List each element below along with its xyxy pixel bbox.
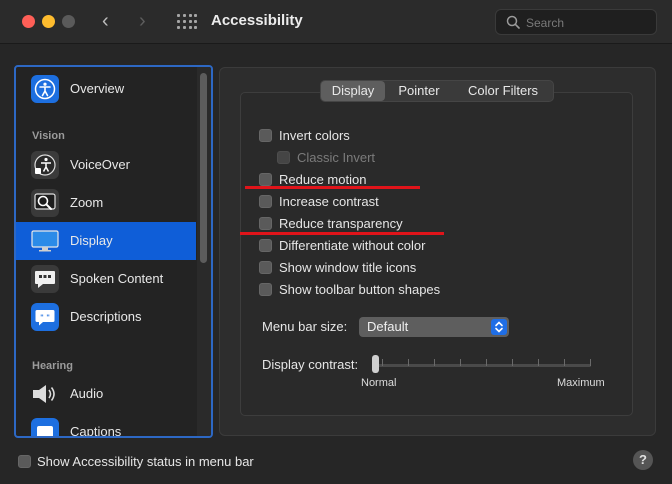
- sidebar-item-label: Captions: [70, 424, 122, 438]
- menu-bar-size-popup[interactable]: Default: [359, 317, 509, 337]
- tab-display[interactable]: Display: [321, 81, 385, 101]
- sidebar-scrollbar[interactable]: [200, 73, 207, 263]
- option-label: Show toolbar button shapes: [279, 282, 441, 297]
- option-label: Show window title icons: [279, 260, 417, 275]
- display-icon: [31, 227, 59, 255]
- slider-tick: [512, 359, 513, 366]
- close-window-button[interactable]: [22, 15, 35, 28]
- sidebar-item-label: Zoom: [70, 195, 104, 210]
- audio-icon: [31, 380, 59, 408]
- zoom-window-button[interactable]: [62, 15, 75, 28]
- search-icon: [506, 15, 520, 29]
- help-button[interactable]: ?: [633, 450, 653, 470]
- show-all-grid-icon[interactable]: [177, 14, 197, 30]
- sidebar-item-voiceover[interactable]: VoiceOver: [16, 146, 196, 184]
- sidebar-item-label: Display: [70, 233, 113, 248]
- option-label: Increase contrast: [279, 194, 379, 209]
- slider-max-label: Maximum: [557, 377, 605, 389]
- menu-bar-size-value: Default: [367, 319, 409, 334]
- sidebar-item-overview[interactable]: Overview: [16, 70, 196, 108]
- annotation-underline: [245, 186, 420, 189]
- back-button[interactable]: ‹: [102, 10, 109, 32]
- spoken-content-icon: [31, 265, 59, 293]
- sidebar-item-label: VoiceOver: [70, 157, 130, 172]
- option-label: Show Accessibility status in menu bar: [37, 454, 254, 469]
- slider-tick: [590, 359, 591, 366]
- captions-icon: [31, 418, 59, 436]
- tab-color-filters[interactable]: Color Filters: [453, 81, 553, 101]
- checkbox[interactable]: [18, 455, 31, 468]
- sidebar-item-audio[interactable]: Audio: [16, 375, 196, 413]
- checkbox[interactable]: [277, 151, 290, 164]
- option-label: Classic Invert: [297, 150, 376, 165]
- display-contrast-label: Display contrast:: [262, 357, 359, 372]
- section-vision: Vision: [32, 130, 65, 142]
- search-input[interactable]: [526, 14, 646, 32]
- preferences-window: ‹ › Accessibility Search Overview Vision…: [0, 0, 672, 484]
- option-label: Reduce motion: [279, 172, 367, 187]
- sidebar-item-zoom[interactable]: Zoom: [16, 184, 196, 222]
- slider-tick: [408, 359, 409, 366]
- menu-bar-size-label: Menu bar size:: [262, 319, 348, 334]
- slider-tick: [434, 359, 435, 366]
- title-bar: ‹ › Accessibility: [0, 0, 672, 44]
- svg-text:" ": " ": [40, 314, 50, 322]
- checkbox[interactable]: [259, 217, 272, 230]
- checkbox[interactable]: [259, 173, 272, 186]
- sidebar-item-captions[interactable]: Captions: [16, 413, 196, 438]
- slider-tick: [382, 359, 383, 366]
- display-contrast-slider-knob[interactable]: [372, 355, 379, 373]
- annotation-underline: [240, 232, 444, 235]
- descriptions-icon: " ": [31, 303, 59, 331]
- forward-button[interactable]: ›: [139, 10, 146, 32]
- sidebar-item-display[interactable]: Display: [16, 222, 196, 260]
- checkbox[interactable]: [259, 239, 272, 252]
- slider-tick: [564, 359, 565, 366]
- sidebar-item-label: Spoken Content: [70, 271, 164, 286]
- sidebar-item-descriptions[interactable]: " " Descriptions: [16, 298, 196, 336]
- checkbox[interactable]: [259, 261, 272, 274]
- popup-arrows-icon: [491, 319, 507, 335]
- slider-tick: [486, 359, 487, 366]
- sidebar-item-label: Overview: [70, 81, 125, 96]
- voiceover-icon: [31, 151, 59, 179]
- tab-pointer[interactable]: Pointer: [385, 81, 453, 101]
- overview-icon: [31, 75, 59, 103]
- checkbox[interactable]: [259, 283, 272, 296]
- option-label: Reduce transparency: [279, 216, 403, 231]
- option-label: Differentiate without color: [279, 238, 426, 253]
- sidebar-item-spoken-content[interactable]: Spoken Content: [16, 260, 196, 298]
- slider-tick: [460, 359, 461, 366]
- zoom-icon: [31, 189, 59, 217]
- checkbox[interactable]: [259, 195, 272, 208]
- sidebar-item-label: Descriptions: [70, 309, 142, 324]
- section-hearing: Hearing: [32, 360, 73, 372]
- search-field[interactable]: [495, 9, 657, 35]
- slider-min-label: Normal: [361, 377, 397, 389]
- window-title: Accessibility: [211, 12, 303, 29]
- slider-tick: [538, 359, 539, 366]
- checkbox[interactable]: [259, 129, 272, 142]
- sidebar-item-label: Audio: [70, 386, 104, 401]
- minimize-window-button[interactable]: [42, 15, 55, 28]
- sidebar[interactable]: Overview Vision VoiceOver Zoom Display S…: [14, 65, 213, 438]
- tab-bar: Display Pointer Color Filters: [320, 80, 554, 102]
- option-label: Invert colors: [279, 128, 350, 143]
